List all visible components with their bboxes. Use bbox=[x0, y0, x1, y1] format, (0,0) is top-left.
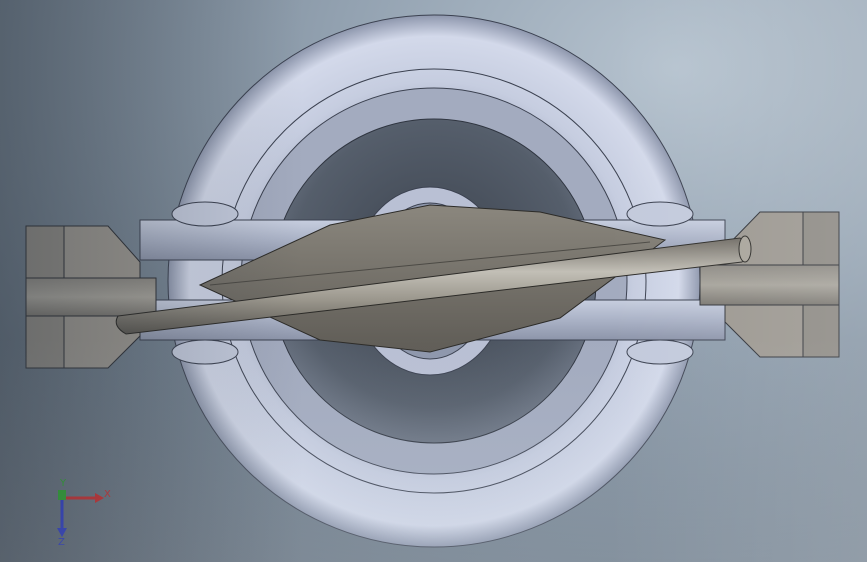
graphics-area[interactable]: X Y Z bbox=[0, 0, 867, 562]
left-end-block[interactable] bbox=[25, 225, 157, 369]
y-axis-label: Y bbox=[59, 478, 67, 489]
y-axis-arrow bbox=[58, 490, 66, 500]
z-axis-label: Z bbox=[58, 537, 65, 548]
x-axis-label: X bbox=[104, 489, 111, 500]
view-triad: X Y Z bbox=[57, 478, 111, 548]
model-view[interactable]: X Y Z bbox=[0, 0, 867, 562]
